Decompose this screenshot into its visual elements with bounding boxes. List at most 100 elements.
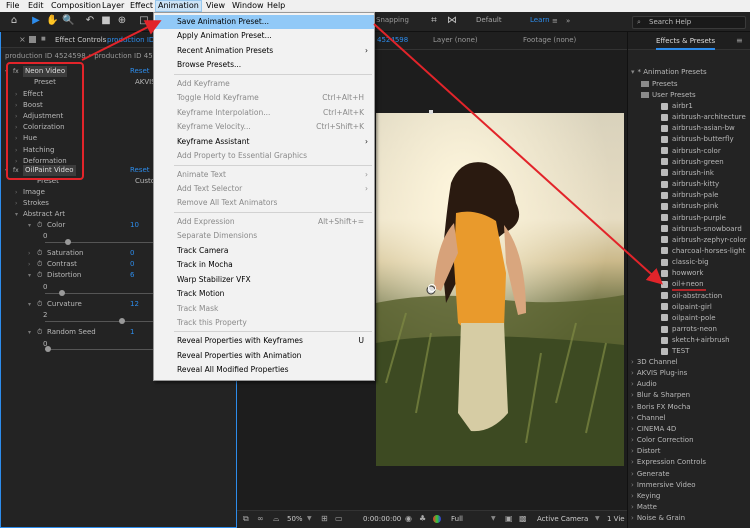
- effect-controls-tab[interactable]: Effect Controls: [55, 36, 106, 44]
- preset-item[interactable]: oilpaint-pole: [661, 313, 716, 323]
- menu-item-add-keyframe[interactable]: Add Keyframe: [155, 77, 374, 91]
- menu-item-track-camera[interactable]: Track Camera: [155, 244, 374, 258]
- twirl-right-icon[interactable]: ›: [631, 358, 634, 366]
- menu-item-add-property-to-essential-graphics[interactable]: Add Property to Essential Graphics: [155, 149, 374, 163]
- param-value[interactable]: 12: [130, 299, 139, 310]
- preset-item[interactable]: airbrush-pale: [661, 190, 718, 200]
- menu-composition[interactable]: Composition: [49, 1, 103, 11]
- twirl-right-icon[interactable]: ›: [631, 470, 634, 478]
- effect-category[interactable]: › Expression Controls: [631, 457, 706, 467]
- menu-window[interactable]: Window: [230, 1, 266, 11]
- always-preview-icon[interactable]: ⧉: [243, 514, 249, 524]
- workspace-menu-icon[interactable]: ≡: [552, 17, 558, 25]
- camera-select[interactable]: Active Camera: [537, 515, 588, 523]
- menu-item-keyframe-interpolation[interactable]: Keyframe Interpolation... Ctrl+Alt+K: [155, 106, 374, 120]
- menu-item-track-motion[interactable]: Track Motion: [155, 287, 374, 301]
- slider-knob[interactable]: [59, 290, 65, 296]
- effect-group-abstract-art[interactable]: Abstract Art: [23, 209, 65, 220]
- layer-tab[interactable]: Layer (none): [433, 36, 478, 44]
- preset-item[interactable]: airbrush-pink: [661, 201, 718, 211]
- stopwatch-icon[interactable]: ⏱: [37, 299, 42, 310]
- menu-item-add-text-selector[interactable]: Add Text Selector ›: [155, 182, 374, 196]
- menu-item-keyframe-velocity[interactable]: Keyframe Velocity... Ctrl+Shift+K: [155, 120, 374, 134]
- effect-category[interactable]: › Keying: [631, 491, 660, 501]
- menu-view[interactable]: View: [204, 1, 227, 11]
- preset-item[interactable]: howwork: [661, 268, 703, 278]
- mask-visibility-icon[interactable]: ⌓: [273, 514, 279, 524]
- hand-tool-icon[interactable]: ✋: [46, 15, 58, 27]
- preset-item[interactable]: airbrush-purple: [661, 213, 726, 223]
- param-value[interactable]: 1: [130, 327, 134, 338]
- effect-group-strokes[interactable]: Strokes: [23, 198, 49, 209]
- preset-item[interactable]: airbrush-architecture: [661, 112, 746, 122]
- workspace-default[interactable]: Default: [476, 16, 502, 24]
- stopwatch-icon[interactable]: ⏱: [37, 259, 42, 270]
- effect-category[interactable]: › Audio: [631, 379, 657, 389]
- effect-category[interactable]: › Boris FX Mocha: [631, 402, 691, 412]
- menu-layer[interactable]: Layer: [100, 1, 126, 11]
- menu-item-separate-dimensions[interactable]: Separate Dimensions: [155, 229, 374, 243]
- effect-category[interactable]: › AKVIS Plug-ins: [631, 368, 687, 378]
- twirl-right-icon[interactable]: ›: [28, 248, 36, 259]
- menu-item-warp-stabilizer-vfx[interactable]: Warp Stabilizer VFX: [155, 273, 374, 287]
- effect-category[interactable]: › Generate: [631, 469, 670, 479]
- workspace-overflow-icon[interactable]: »: [566, 17, 570, 25]
- grid-icon[interactable]: ▭: [335, 514, 343, 523]
- effect-category[interactable]: › CINEMA 4D: [631, 424, 676, 434]
- effect-category[interactable]: › 3D Channel: [631, 357, 678, 367]
- stopwatch-icon[interactable]: ⏱: [37, 270, 42, 281]
- tree-animation-presets[interactable]: ▾ * Animation Presets: [631, 67, 707, 77]
- twirl-right-icon[interactable]: ›: [631, 391, 634, 399]
- menu-item-recent-animation-presets[interactable]: Recent Animation Presets ›: [155, 44, 374, 58]
- region-of-interest-icon[interactable]: ▣: [505, 514, 513, 523]
- preset-item[interactable]: airbrush-snowboard: [661, 224, 742, 234]
- twirl-down-icon[interactable]: ▾: [28, 220, 36, 231]
- preset-item[interactable]: airbrush-color: [661, 146, 721, 156]
- camera-tool-icon[interactable]: ■: [100, 15, 112, 27]
- menu-item-save-animation-preset[interactable]: Save Animation Preset...: [155, 15, 374, 29]
- twirl-right-icon[interactable]: ›: [631, 414, 634, 422]
- effect-category[interactable]: › Immersive Video: [631, 480, 696, 490]
- twirl-right-icon[interactable]: ›: [631, 436, 634, 444]
- twirl-down-icon[interactable]: ▾: [631, 68, 635, 76]
- preset-item[interactable]: classic-big: [661, 257, 709, 267]
- panel-menu-icon[interactable]: ■: [41, 36, 46, 42]
- rotate-tool-icon[interactable]: ↶: [84, 15, 96, 27]
- effect-category[interactable]: › Distort: [631, 446, 660, 456]
- effect-group-image[interactable]: Image: [23, 187, 45, 198]
- snapping-label[interactable]: Snapping: [376, 16, 409, 24]
- preset-item[interactable]: TEST: [661, 346, 689, 356]
- home-icon[interactable]: ⌂: [8, 15, 20, 27]
- menu-item-toggle-hold-keyframe[interactable]: Toggle Hold Keyframe Ctrl+Alt+H: [155, 91, 374, 105]
- twirl-down-icon[interactable]: ▾: [28, 270, 36, 281]
- preset-item[interactable]: airbr1: [661, 101, 693, 111]
- reset-link[interactable]: Reset: [130, 165, 150, 176]
- menu-item-track-mask[interactable]: Track Mask: [155, 302, 374, 316]
- stopwatch-icon[interactable]: ⏱: [37, 248, 42, 259]
- effect-category[interactable]: › Blur & Sharpen: [631, 390, 690, 400]
- panel-menu-icon[interactable]: ≡: [736, 36, 743, 45]
- effect-category[interactable]: › Noise & Grain: [631, 513, 685, 523]
- twirl-down-icon[interactable]: ▾: [28, 299, 36, 310]
- menu-item-remove-all-text-animators[interactable]: Remove All Text Animators: [155, 196, 374, 210]
- menu-item-reveal-properties-with-keyframes[interactable]: Reveal Properties with Keyframes U: [155, 334, 374, 348]
- menu-item-browse-presets[interactable]: Browse Presets...: [155, 58, 374, 72]
- menu-item-reveal-properties-with-animation[interactable]: Reveal Properties with Animation: [155, 349, 374, 363]
- footage-tab[interactable]: Footage (none): [523, 36, 576, 44]
- menu-item-apply-animation-preset[interactable]: Apply Animation Preset...: [155, 29, 374, 43]
- snapshot-icon[interactable]: ◉: [405, 514, 412, 523]
- preset-item[interactable]: oilpaint-girl: [661, 302, 712, 312]
- pan-behind-tool-icon[interactable]: ⊕: [116, 15, 128, 27]
- twirl-right-icon[interactable]: ›: [631, 447, 634, 455]
- snap-option-icon[interactable]: ⋈: [446, 15, 458, 27]
- twirl-right-icon[interactable]: ›: [631, 492, 634, 500]
- zoom-tool-icon[interactable]: 🔍: [62, 15, 74, 27]
- twirl-right-icon[interactable]: ›: [28, 259, 36, 270]
- param-value[interactable]: 10: [130, 220, 139, 231]
- snap-icon[interactable]: ⌗: [428, 15, 440, 27]
- show-snapshot-icon[interactable]: ♣: [419, 514, 426, 523]
- composition-tab[interactable]: 4524598: [377, 36, 408, 44]
- stopwatch-icon[interactable]: ⏱: [37, 327, 42, 338]
- channel-icon[interactable]: [433, 515, 441, 523]
- preset-item[interactable]: parrots-neon: [661, 324, 717, 334]
